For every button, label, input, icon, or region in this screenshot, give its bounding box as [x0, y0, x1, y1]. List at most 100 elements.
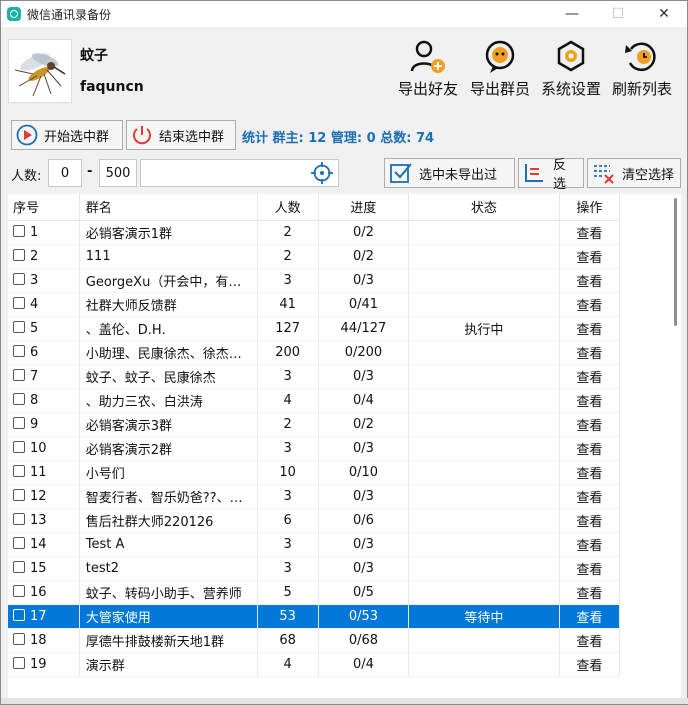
table-row[interactable]: 9 必销客演示3群 2 0/2 查看	[8, 412, 621, 437]
table-row[interactable]: 14 Test A 3 0/3 查看	[8, 532, 621, 557]
table-row[interactable]: 12 智麦行者、智乐奶爸??、… 3 0/3 查看	[8, 484, 621, 509]
start-selected-label: 开始选中群	[44, 129, 110, 145]
column-header-name[interactable]: 群名	[79, 194, 258, 221]
invert-selection-icon	[525, 164, 543, 182]
row-view-link[interactable]: 查看	[559, 532, 621, 557]
title-bar[interactable]: 微信通讯录备份 — ☐ ✕	[1, 1, 687, 27]
row-view-link[interactable]: 查看	[559, 484, 621, 509]
row-view-link[interactable]: 查看	[559, 556, 621, 581]
row-checkbox[interactable]	[13, 464, 25, 477]
table-row[interactable]: 8 、助力三农、白洪涛 4 0/4 查看	[8, 388, 621, 413]
row-view-link[interactable]: 查看	[559, 652, 621, 677]
row-checkbox[interactable]	[13, 656, 25, 669]
maximize-button[interactable]: ☐	[595, 1, 641, 27]
row-checkbox[interactable]	[13, 344, 25, 357]
row-checkbox[interactable]	[13, 440, 25, 453]
row-checkbox[interactable]	[13, 608, 25, 621]
export-friends-button[interactable]: 导出好友	[391, 39, 465, 99]
row-view-link[interactable]: 查看	[559, 388, 621, 413]
select-unexported-button[interactable]: 选中未导出过	[384, 158, 515, 188]
row-seq: 1	[30, 224, 39, 240]
table-row[interactable]: 18 厚德牛排鼓楼新天地1群 68 0/68 查看	[8, 628, 621, 653]
row-checkbox[interactable]	[13, 488, 25, 501]
column-header-seq[interactable]: 序号	[8, 194, 80, 221]
row-checkbox[interactable]	[13, 416, 25, 429]
row-view-link[interactable]: 查看	[559, 292, 621, 317]
row-member-count: 2	[257, 220, 319, 245]
invert-selection-button[interactable]: 反选	[518, 158, 584, 192]
table-row[interactable]: 2 111 2 0/2 查看	[8, 244, 621, 269]
table-row[interactable]: 15 test2 3 0/3 查看	[8, 556, 621, 581]
group-table[interactable]: 序号 群名 人数 进度 状态 操作 1 必销客演示1群 2 0/2 查看 2 111 2 0/2…	[8, 194, 681, 699]
row-seq-cell: 17	[8, 604, 80, 629]
row-checkbox[interactable]	[13, 248, 25, 261]
row-checkbox[interactable]	[13, 584, 25, 597]
horizontal-scrollbar[interactable]	[1, 698, 688, 704]
column-header-action[interactable]: 操作	[559, 194, 621, 221]
max-members-input[interactable]: 500	[99, 159, 137, 187]
table-row[interactable]: 11 小号们 10 0/10 查看	[8, 460, 621, 485]
row-status: 等待中	[408, 604, 560, 629]
row-checkbox[interactable]	[13, 368, 25, 381]
row-status	[408, 220, 560, 245]
row-checkbox[interactable]	[13, 296, 25, 309]
table-row[interactable]: 7 蚊子、蚊子、民康徐杰 3 0/3 查看	[8, 364, 621, 389]
export-friends-label: 导出好友	[397, 80, 458, 98]
table-row[interactable]: 17 大管家使用 53 0/53 等待中 查看	[8, 604, 621, 629]
row-checkbox[interactable]	[13, 536, 25, 549]
row-view-link[interactable]: 查看	[559, 220, 621, 245]
row-view-link[interactable]: 查看	[559, 364, 621, 389]
table-row[interactable]: 4 社群大师反馈群 41 0/41 查看	[8, 292, 621, 317]
row-view-link[interactable]: 查看	[559, 580, 621, 605]
crosshair-target-icon[interactable]	[310, 161, 334, 185]
table-row[interactable]: 1 必销客演示1群 2 0/2 查看	[8, 220, 621, 245]
row-checkbox[interactable]	[13, 272, 25, 285]
row-status	[408, 460, 560, 485]
column-header-status[interactable]: 状态	[408, 194, 560, 221]
row-view-link[interactable]: 查看	[559, 460, 621, 485]
row-view-link[interactable]: 查看	[559, 604, 621, 629]
row-view-link[interactable]: 查看	[559, 268, 621, 293]
export-members-label: 导出群员	[469, 80, 530, 98]
row-seq-cell: 8	[8, 388, 80, 413]
minimize-button[interactable]: —	[549, 1, 595, 27]
row-seq-cell: 3	[8, 268, 80, 293]
row-seq: 19	[30, 656, 47, 672]
table-row[interactable]: 19 演示群 4 0/4 查看	[8, 652, 621, 677]
row-status	[408, 412, 560, 437]
row-checkbox[interactable]	[13, 632, 25, 645]
stop-selected-button[interactable]: 结束选中群	[126, 120, 236, 150]
table-row[interactable]: 5 、盖伦、D.H. 127 44/127 执行中 查看	[8, 316, 621, 341]
row-view-link[interactable]: 查看	[559, 412, 621, 437]
row-checkbox[interactable]	[13, 392, 25, 405]
row-checkbox[interactable]	[13, 560, 25, 573]
table-row[interactable]: 3 GeorgeXu（开会中，有… 3 0/3 查看	[8, 268, 621, 293]
row-member-count: 5	[257, 580, 319, 605]
row-view-link[interactable]: 查看	[559, 628, 621, 653]
table-row[interactable]: 10 必销客演示2群 3 0/3 查看	[8, 436, 621, 461]
column-header-count[interactable]: 人数	[257, 194, 319, 221]
start-selected-button[interactable]: 开始选中群	[11, 120, 123, 150]
clear-selection-button[interactable]: 清空选择	[587, 158, 681, 188]
close-button[interactable]: ✕	[641, 1, 687, 27]
row-group-name: 社群大师反馈群	[79, 292, 258, 317]
table-row[interactable]: 6 小助理、民康徐杰、徐杰… 200 0/200 查看	[8, 340, 621, 365]
row-view-link[interactable]: 查看	[559, 340, 621, 365]
refresh-button[interactable]: 刷新列表	[605, 39, 679, 99]
row-view-link[interactable]: 查看	[559, 244, 621, 269]
vertical-scrollbar[interactable]	[674, 198, 677, 326]
row-checkbox[interactable]	[13, 320, 25, 333]
search-input[interactable]	[140, 159, 339, 187]
row-view-link[interactable]: 查看	[559, 508, 621, 533]
row-view-link[interactable]: 查看	[559, 316, 621, 341]
column-header-progress[interactable]: 进度	[318, 194, 410, 221]
row-view-link[interactable]: 查看	[559, 436, 621, 461]
table-row[interactable]: 13 售后社群大师220126 6 0/6 查看	[8, 508, 621, 533]
min-members-input[interactable]: 0	[48, 159, 82, 187]
export-members-button[interactable]: 导出群员	[463, 39, 537, 99]
row-checkbox[interactable]	[13, 512, 25, 525]
row-seq-cell: 5	[8, 316, 80, 341]
table-row[interactable]: 16 蚊子、转码小助手、营养师 5 0/5 查看	[8, 580, 621, 605]
row-checkbox[interactable]	[13, 224, 25, 237]
settings-button[interactable]: 系统设置	[534, 39, 608, 99]
